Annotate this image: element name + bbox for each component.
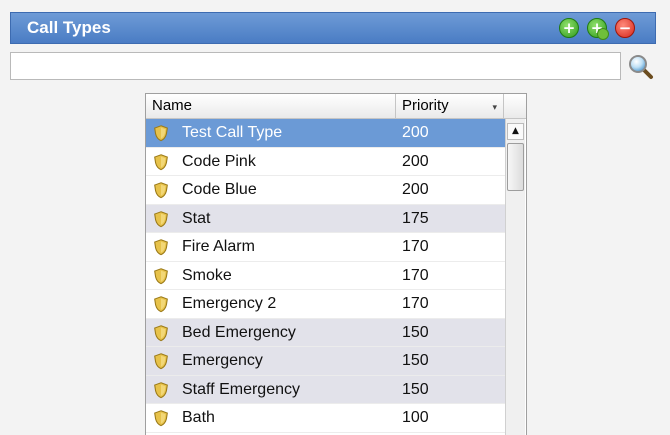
search-button[interactable] (627, 53, 655, 81)
call-type-name: Code Pink (182, 152, 256, 170)
call-type-name: Staff Emergency (182, 380, 300, 398)
call-type-name: Stat (182, 209, 211, 227)
table-row[interactable]: Test Call Type 200 (146, 119, 506, 148)
call-type-priority: 150 (402, 323, 429, 341)
shield-icon (152, 210, 170, 228)
table-row[interactable]: Bed Emergency 150 (146, 318, 506, 347)
call-type-name: Smoke (182, 266, 232, 284)
call-types-table: Name Priority ▾ Test Call Type 200 Code Pi… (145, 93, 527, 435)
call-type-priority: 200 (402, 152, 429, 170)
table-row[interactable]: Emergency 2 170 (146, 290, 506, 319)
call-type-priority: 170 (402, 266, 429, 284)
call-type-priority: 200 (402, 124, 429, 141)
call-type-priority: 150 (402, 352, 429, 369)
shield-icon (152, 124, 170, 142)
table-body: Test Call Type 200 Code Pink 200 Code Blue 20… (146, 119, 506, 433)
panel-header: Call Types + + − (10, 12, 656, 44)
table-header: Name Priority ▾ (146, 94, 526, 119)
call-type-name: Code Blue (182, 181, 257, 198)
panel-title: Call Types (27, 18, 111, 37)
minus-icon: − (618, 18, 632, 37)
add-call-type-button[interactable]: + (559, 18, 579, 38)
table-row[interactable]: Emergency 150 (146, 347, 506, 376)
table-row[interactable]: Smoke 170 (146, 262, 506, 290)
table-row[interactable]: Code Blue 200 (146, 176, 506, 205)
vertical-scrollbar[interactable]: ▲ (505, 119, 525, 435)
sort-desc-icon: ▾ (492, 102, 497, 112)
plus-icon: + (562, 18, 576, 37)
call-type-name: Test Call Type (182, 124, 283, 141)
table-row[interactable]: Staff Emergency 150 (146, 375, 506, 404)
shield-icon (152, 381, 170, 399)
shield-icon (152, 181, 170, 199)
shield-icon (152, 324, 170, 342)
column-header-priority[interactable]: Priority ▾ (396, 94, 504, 118)
scroll-up-button[interactable]: ▲ (507, 123, 524, 140)
call-type-name: Emergency (182, 352, 263, 369)
table-row[interactable]: Stat 175 (146, 204, 506, 233)
table-row[interactable]: Fire Alarm 170 (146, 233, 506, 262)
remove-call-type-button[interactable]: − (615, 18, 635, 38)
shield-icon (152, 238, 170, 256)
call-type-priority: 150 (402, 380, 429, 398)
shield-icon (152, 352, 170, 370)
call-type-name: Bath (182, 409, 215, 426)
column-header-priority-label: Priority (402, 97, 449, 114)
magnifier-icon (629, 55, 653, 79)
call-type-name: Bed Emergency (182, 323, 296, 341)
call-type-name: Fire Alarm (182, 238, 255, 255)
table-row[interactable]: Bath 100 (146, 404, 506, 433)
shield-icon (152, 267, 170, 285)
add-sub-item-button[interactable]: + (587, 18, 609, 40)
table-row[interactable]: Code Pink 200 (146, 148, 506, 176)
scroll-thumb[interactable] (507, 143, 524, 191)
badge-icon (597, 28, 609, 40)
column-header-name[interactable]: Name (146, 94, 396, 118)
call-type-priority: 200 (402, 181, 429, 198)
call-type-priority: 170 (402, 295, 429, 312)
call-type-priority: 175 (402, 209, 429, 227)
shield-icon (152, 295, 170, 313)
call-type-name: Emergency 2 (182, 295, 277, 312)
search-input[interactable] (10, 52, 621, 80)
shield-icon (152, 409, 170, 427)
call-type-priority: 170 (402, 238, 429, 255)
call-type-priority: 100 (402, 409, 429, 426)
shield-icon (152, 153, 170, 171)
